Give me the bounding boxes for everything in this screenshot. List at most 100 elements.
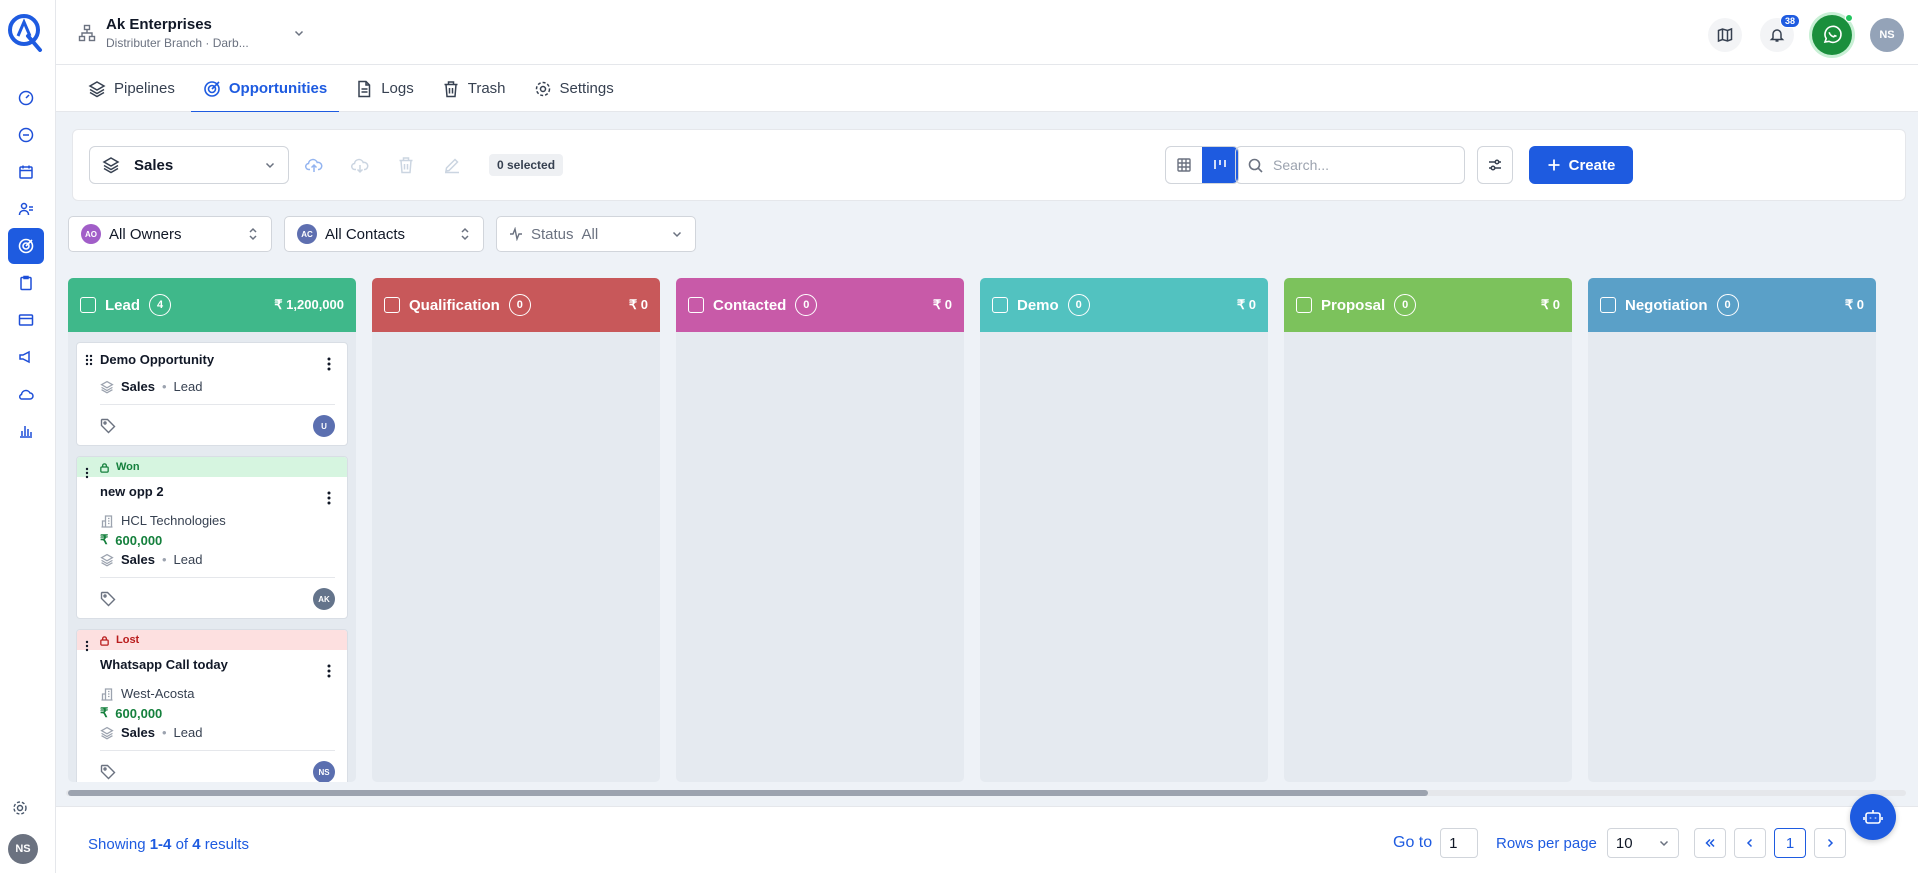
sidebar-item-opportunities[interactable] <box>8 228 44 264</box>
gauge-icon <box>18 90 34 106</box>
card-title: new opp 2 <box>100 484 164 499</box>
tag-icon[interactable] <box>100 418 116 434</box>
drag-handle-icon[interactable] <box>85 467 93 479</box>
results-prefix: Showing <box>88 836 146 853</box>
pagination-bar: Showing 1-4 of 4 results Go to Rows per … <box>56 806 1918 873</box>
column-amount: ₹ 0 <box>1236 297 1256 312</box>
opportunity-card[interactable]: Won new opp 2 HCL Technologies ₹ 600,000 <box>76 456 348 619</box>
tag-icon[interactable] <box>100 764 116 780</box>
contacts-filter[interactable]: AC All Contacts <box>284 216 484 252</box>
owners-filter[interactable]: AO All Owners <box>68 216 272 252</box>
chevron-left-icon <box>1744 837 1756 849</box>
scrollbar-thumb[interactable] <box>68 790 1428 796</box>
map-button[interactable] <box>1708 18 1742 52</box>
owner-avatar[interactable]: U <box>313 415 335 437</box>
sidebar-item-dashboard[interactable] <box>8 80 44 116</box>
column-header: Demo 0 ₹ 0 <box>980 278 1268 332</box>
sidebar-item-contacts[interactable] <box>8 191 44 227</box>
opportunity-card[interactable]: Demo Opportunity Sales • Lead U <box>76 342 348 446</box>
table-view-button[interactable] <box>1166 147 1202 183</box>
sidebar-item-cloud[interactable] <box>8 376 44 412</box>
separator-dot: • <box>161 725 167 740</box>
card-company: West-Acosta <box>121 686 195 701</box>
card-amount: 600,000 <box>115 705 163 721</box>
sidebar-item-billing[interactable] <box>8 302 44 338</box>
current-page-button[interactable]: 1 <box>1774 828 1806 858</box>
sidebar-item-campaigns[interactable] <box>8 339 44 375</box>
column-count: 0 <box>1716 294 1739 316</box>
search-input[interactable] <box>1273 157 1443 173</box>
card-menu-icon[interactable] <box>327 357 331 371</box>
layers-icon <box>102 156 120 174</box>
results-suffix: results <box>204 836 249 853</box>
opportunity-card[interactable]: Lost Whatsapp Call today West-Acosta ₹ 6… <box>76 629 348 782</box>
column-checkbox[interactable] <box>1600 297 1616 313</box>
tab-trash[interactable]: Trash <box>430 65 518 112</box>
contacts-filter-label: All Contacts <box>325 225 406 243</box>
org-subtitle: Distributer Branch · Darb... <box>106 36 249 50</box>
contacts-avatar: AC <box>297 224 317 244</box>
chevron-down-icon <box>264 159 276 171</box>
app-logo[interactable] <box>8 12 44 52</box>
filter-settings-button[interactable] <box>1477 146 1513 184</box>
rows-per-page-select[interactable]: 10 <box>1606 828 1679 858</box>
prev-page-button[interactable] <box>1734 828 1766 858</box>
column-count: 0 <box>1394 294 1417 316</box>
drag-handle-icon[interactable] <box>85 354 93 366</box>
whatsapp-button[interactable] <box>1812 14 1853 55</box>
org-switcher[interactable]: Ak Enterprises Distributer Branch · Darb… <box>78 16 304 50</box>
status-filter[interactable]: Status All <box>496 216 696 252</box>
chatbot-button[interactable] <box>1850 794 1896 840</box>
pipeline-select[interactable]: Sales <box>89 146 289 184</box>
tab-opportunities[interactable]: Opportunities <box>190 65 340 113</box>
tab-logs[interactable]: Logs <box>343 65 426 112</box>
column-checkbox[interactable] <box>992 297 1008 313</box>
kanban-view-button[interactable] <box>1202 147 1238 183</box>
upload-icon[interactable] <box>305 156 323 174</box>
tab-label: Logs <box>381 80 414 97</box>
card-company: HCL Technologies <box>121 513 226 528</box>
column-amount: ₹ 0 <box>628 297 648 312</box>
drag-handle-icon[interactable] <box>85 640 93 652</box>
column-checkbox[interactable] <box>688 297 704 313</box>
horizontal-scrollbar[interactable] <box>66 790 1906 796</box>
card-menu-icon[interactable] <box>327 664 331 678</box>
sidebar-item-reports[interactable] <box>8 413 44 449</box>
card-menu-icon[interactable] <box>327 491 331 505</box>
create-button[interactable]: Create <box>1529 146 1633 184</box>
goto-page: Go to <box>1393 828 1479 858</box>
megaphone-icon <box>18 349 34 365</box>
edit-icon[interactable] <box>443 156 461 174</box>
first-page-button[interactable] <box>1694 828 1726 858</box>
column-checkbox[interactable] <box>1296 297 1312 313</box>
search-box[interactable] <box>1235 146 1465 184</box>
card-stage: Lead <box>173 552 203 567</box>
sidebar-item-calendar[interactable] <box>8 154 44 190</box>
tab-settings[interactable]: Settings <box>522 65 626 112</box>
column-count: 4 <box>149 294 172 316</box>
user-avatar[interactable]: NS <box>1870 18 1904 52</box>
sidebar-item-chat[interactable] <box>8 117 44 153</box>
notifications-button[interactable]: 38 <box>1760 14 1800 52</box>
owner-avatar[interactable]: NS <box>313 761 335 782</box>
trash-icon <box>442 80 460 98</box>
sidebar-item-tasks[interactable] <box>8 265 44 301</box>
owner-avatar[interactable]: AK <box>313 588 335 610</box>
delete-icon[interactable] <box>397 156 415 174</box>
building-icon <box>100 687 114 701</box>
column-amount: ₹ 1,200,000 <box>274 297 344 312</box>
card-pipeline: Sales <box>121 552 155 567</box>
rupee-icon: ₹ <box>100 705 109 720</box>
settings-gear-icon[interactable] <box>12 800 28 816</box>
next-page-button[interactable] <box>1814 828 1846 858</box>
column-checkbox[interactable] <box>384 297 400 313</box>
tag-icon[interactable] <box>100 591 116 607</box>
table-icon <box>1176 157 1192 173</box>
cloud-icon <box>18 386 34 402</box>
download-icon[interactable] <box>351 156 369 174</box>
goto-page-input[interactable] <box>1440 828 1479 858</box>
plus-icon <box>1547 158 1561 172</box>
sidebar-user-avatar[interactable]: NS <box>8 834 38 864</box>
column-checkbox[interactable] <box>80 297 96 313</box>
tab-pipelines[interactable]: Pipelines <box>76 65 187 112</box>
